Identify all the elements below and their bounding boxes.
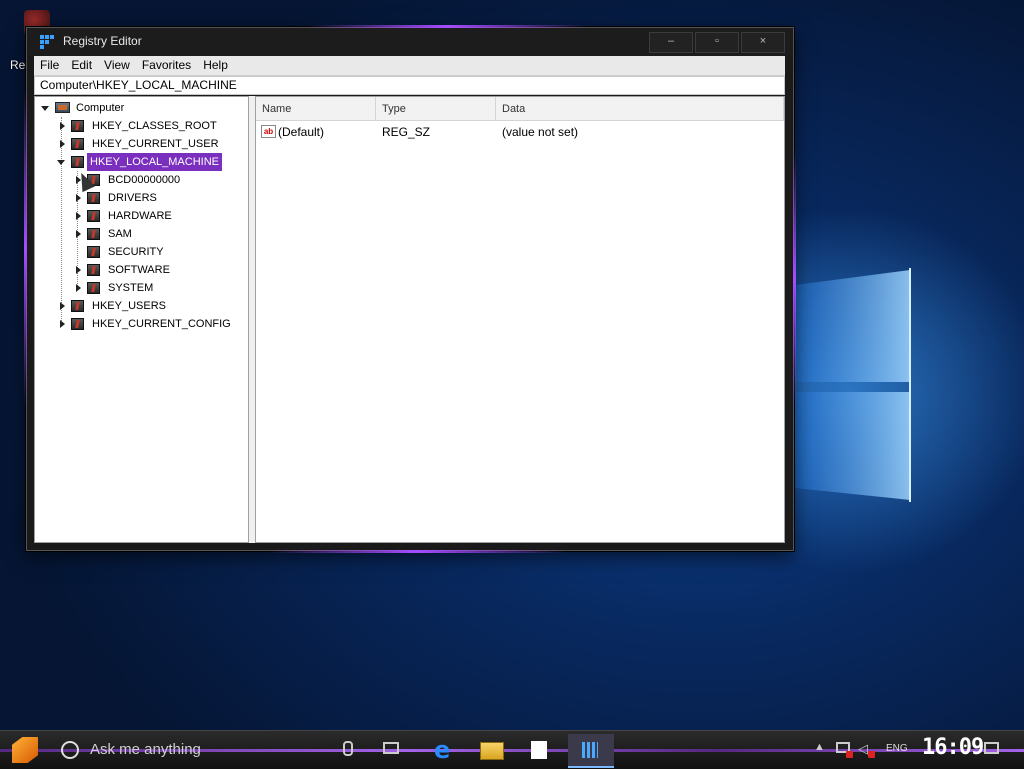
string-value-icon: ab [261,125,276,138]
cortana-search-box[interactable]: Ask me anything [52,736,342,764]
edge-icon: e [434,736,451,764]
microphone-icon[interactable] [343,741,353,756]
expand-arrow-icon[interactable] [41,99,49,117]
expand-arrow-icon[interactable] [75,261,83,279]
registry-editor-icon [582,742,598,758]
tree-item-bcd00000000[interactable]: BCD00000000 [73,171,243,189]
registry-key-icon [71,138,84,150]
clock[interactable]: 16:09 [922,735,984,760]
tree-label: SYSTEM [108,282,154,294]
tree-label: SOFTWARE [108,264,170,276]
tree-item-hkey-users[interactable]: HKEY_USERS [57,297,247,315]
registry-key-icon [87,246,100,258]
tree-label: HARDWARE [108,210,172,222]
tree-label: SECURITY [108,246,164,258]
window-glow [267,550,567,553]
registry-key-icon [87,192,100,204]
tree-label: HKEY_CLASSES_ROOT [92,120,217,132]
value-type: REG_SZ [382,125,431,139]
caption-buttons: – ▫ × [649,32,785,53]
value-name: (Default) [278,125,325,139]
value-data: (value not set) [502,125,579,139]
registry-key-icon [87,210,100,222]
tree-label: HKEY_CURRENT_CONFIG [92,318,231,330]
start-button[interactable] [12,737,38,763]
edge-taskbar-button[interactable]: e [428,734,462,766]
task-view-icon[interactable] [383,742,399,754]
address-bar[interactable]: Computer\HKEY_LOCAL_MACHINE [34,76,785,95]
registry-key-icon [87,264,100,276]
registry-key-icon [87,228,100,240]
window-glow [793,148,796,408]
title-bar[interactable]: Registry Editor – ▫ × [27,28,793,56]
menu-favorites[interactable]: Favorites [136,56,197,75]
registry-editor-taskbar-button[interactable] [568,734,614,768]
registry-editor-window: Registry Editor – ▫ × File Edit View Fav… [24,25,796,553]
action-center-icon[interactable] [984,742,999,754]
file-explorer-taskbar-button[interactable] [474,734,508,766]
taskbar: Ask me anything e ▲ ◁ ENG 16:09 [0,730,1024,769]
volume-muted-badge-icon [868,751,875,758]
tree-label-selected: HKEY_LOCAL_MACHINE [87,153,222,171]
collapse-arrow-icon[interactable] [57,153,65,171]
tree-item-system[interactable]: SYSTEM [73,279,243,297]
search-placeholder: Ask me anything [90,741,201,758]
column-header-type[interactable]: Type [376,97,496,121]
tree-item-hkey-current-user[interactable]: HKEY_CURRENT_USER [57,135,247,153]
registry-editor-icon [40,35,54,49]
tree-item-security[interactable]: SECURITY [73,243,243,261]
expand-arrow-icon[interactable] [59,117,67,135]
registry-key-icon [71,156,84,168]
volume-icon[interactable]: ◁ [858,741,868,757]
tree-label: SAM [108,228,132,240]
desktop-shortcut-label[interactable]: Re [10,58,25,72]
tree-item-software[interactable]: SOFTWARE [73,261,243,279]
column-header-name[interactable]: Name [256,97,376,121]
tree-item-drivers[interactable]: DRIVERS [73,189,243,207]
store-icon [531,741,547,759]
show-hidden-icons-chevron-icon[interactable]: ▲ [814,741,825,753]
tree-item-sam[interactable]: SAM [73,225,243,243]
registry-key-icon [87,282,100,294]
menu-view[interactable]: View [98,56,136,75]
tree-label: DRIVERS [108,192,157,204]
registry-key-icon [71,318,84,330]
registry-key-icon [71,300,84,312]
expand-arrow-icon[interactable] [75,225,83,243]
menu-file[interactable]: File [34,56,65,75]
tree-label: HKEY_USERS [92,300,166,312]
window-glow [24,88,27,408]
menu-help[interactable]: Help [197,56,234,75]
tree-label: Computer [76,102,125,114]
computer-icon [55,102,70,113]
expand-arrow-icon[interactable] [75,207,83,225]
tree-item-computer[interactable]: Computer [41,99,241,117]
expand-arrow-icon[interactable] [75,279,83,297]
maximize-button[interactable]: ▫ [695,32,739,53]
cortana-icon [61,741,79,759]
registry-key-icon [71,120,84,132]
tree-label: HKEY_CURRENT_USER [92,138,219,150]
window-title: Registry Editor [63,34,142,48]
store-taskbar-button[interactable] [522,734,556,766]
tree-label: BCD00000000 [108,174,181,186]
menu-bar: File Edit View Favorites Help [34,56,785,76]
tree-item-hardware[interactable]: HARDWARE [73,207,243,225]
key-tree-pane[interactable]: Computer HKEY_CLASSES_ROOT HKEY_CURRENT_… [34,96,249,543]
values-list-pane[interactable]: Name Type Data ab (Default) REG_SZ (valu… [255,96,785,543]
close-button[interactable]: × [741,32,785,53]
tree-item-hkey-classes-root[interactable]: HKEY_CLASSES_ROOT [57,117,247,135]
expand-arrow-icon[interactable] [59,135,67,153]
folder-icon [480,742,504,760]
menu-edit[interactable]: Edit [65,56,98,75]
column-header-data[interactable]: Data [496,97,784,121]
tree-item-hkey-current-config[interactable]: HKEY_CURRENT_CONFIG [57,315,247,333]
input-language[interactable]: ENG [886,743,908,754]
expand-arrow-icon[interactable] [59,315,67,333]
minimize-button[interactable]: – [649,32,693,53]
network-error-badge-icon [846,751,853,758]
tree-item-hkey-local-machine[interactable]: HKEY_LOCAL_MACHINE [57,153,247,171]
expand-arrow-icon[interactable] [59,297,67,315]
